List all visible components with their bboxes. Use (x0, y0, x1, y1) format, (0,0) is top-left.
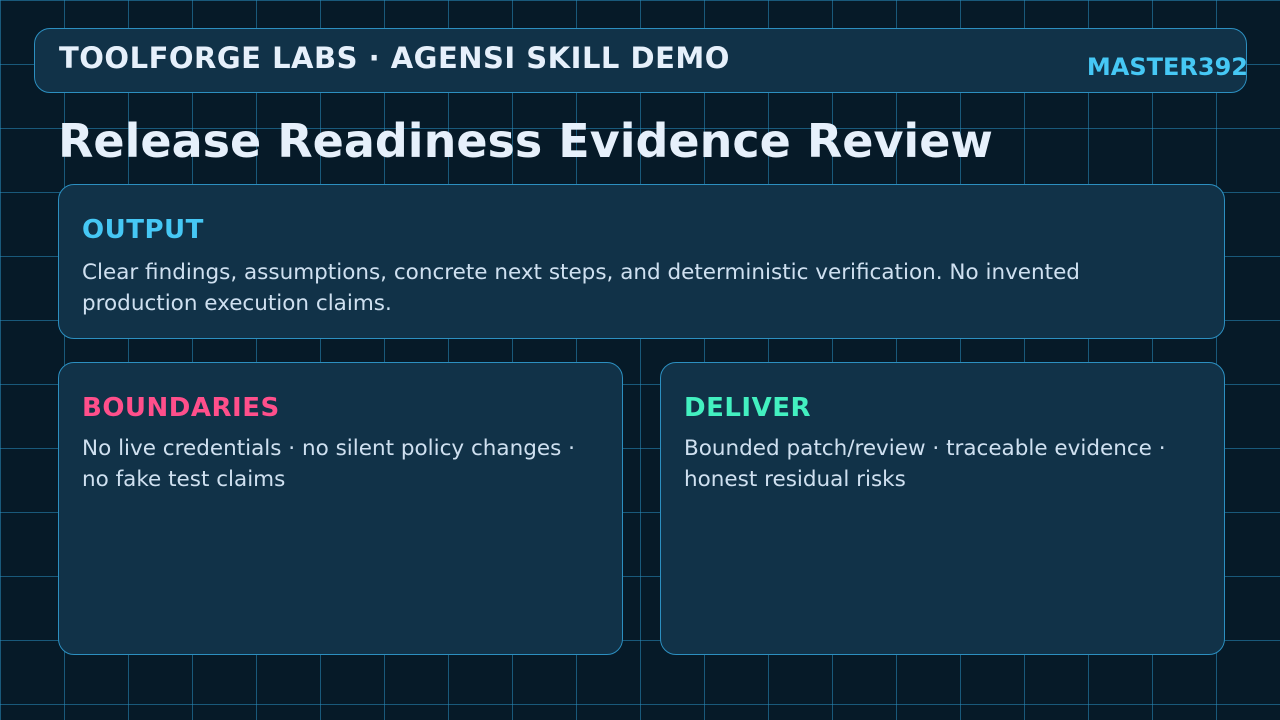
deliver-card-title: DELIVER (684, 393, 811, 423)
deliver-card: DELIVER Bounded patch/review · traceable… (660, 362, 1225, 655)
header-bar: TOOLFORGE LABS · AGENSI SKILL DEMO MASTE… (34, 28, 1248, 93)
page-title: Release Readiness Evidence Review (58, 114, 993, 168)
output-card: OUTPUT Clear findings, assumptions, conc… (58, 184, 1225, 339)
deliver-card-body: Bounded patch/review · traceable evidenc… (684, 436, 1166, 492)
boundaries-card-title: BOUNDARIES (82, 393, 280, 423)
user-badge: MASTER392 (1086, 53, 1248, 81)
boundaries-card-body: No live credentials · no silent policy c… (82, 436, 575, 492)
boundaries-card: BOUNDARIES No live credentials · no sile… (58, 362, 623, 655)
output-card-body: Clear findings, assumptions, concrete ne… (82, 260, 1080, 316)
brand-title: TOOLFORGE LABS · AGENSI SKILL DEMO (59, 41, 730, 75)
output-card-title: OUTPUT (82, 215, 204, 245)
